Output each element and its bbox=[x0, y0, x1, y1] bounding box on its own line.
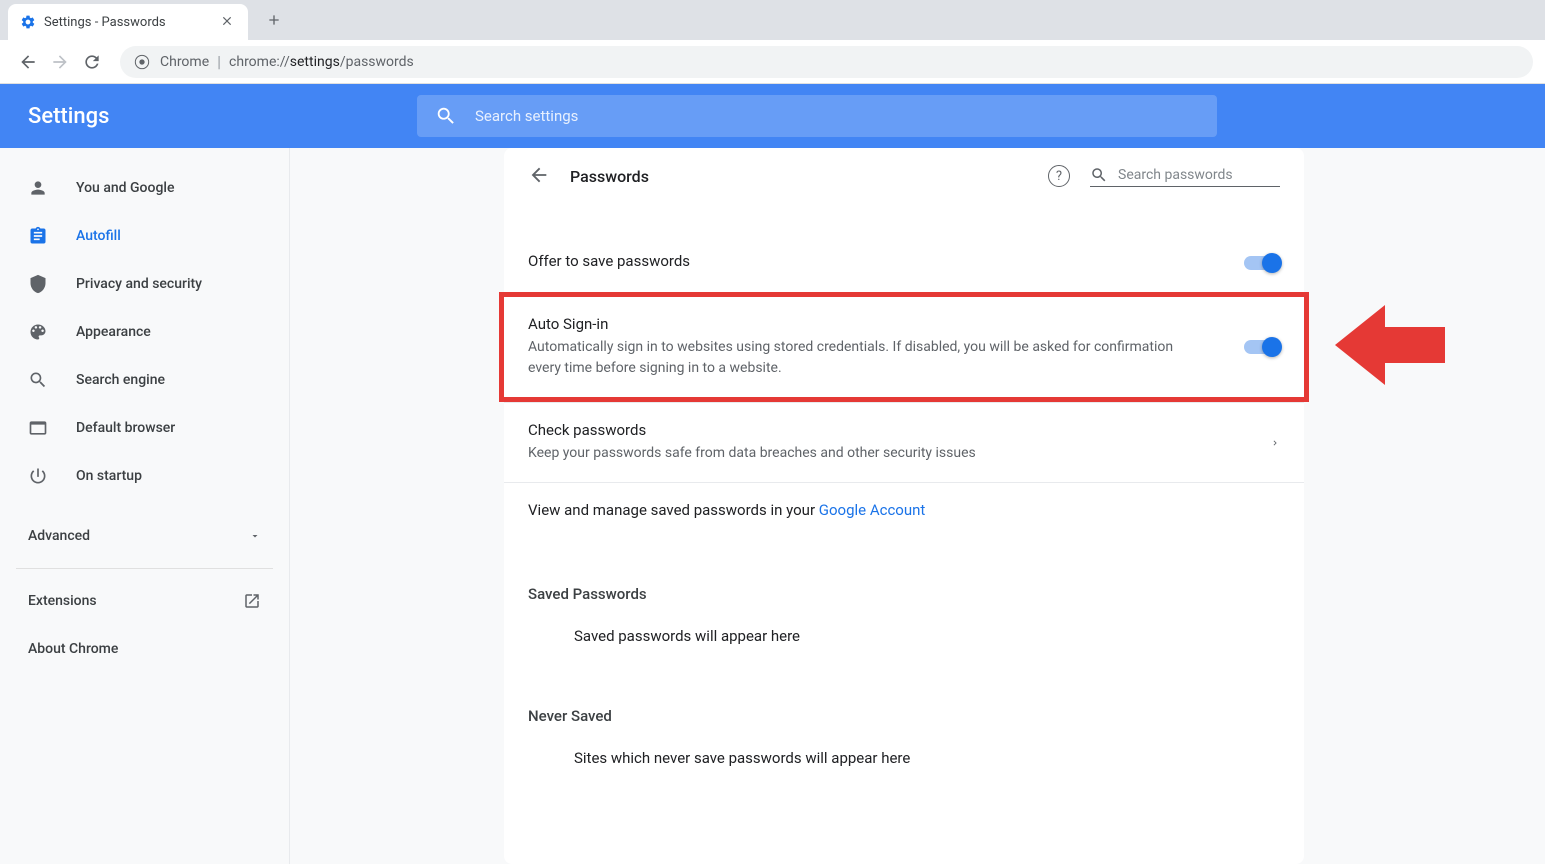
auto-signin-subtitle: Automatically sign in to websites using … bbox=[528, 337, 1204, 379]
saved-passwords-header: Saved Passwords bbox=[504, 567, 1304, 613]
check-passwords-row[interactable]: Check passwords Keep your passwords safe… bbox=[504, 402, 1304, 482]
password-search-input[interactable] bbox=[1118, 167, 1280, 183]
address-bar[interactable]: Chrome | chrome://settings/passwords bbox=[120, 46, 1533, 78]
offer-save-title: Offer to save passwords bbox=[528, 252, 1204, 270]
palette-icon bbox=[28, 322, 48, 342]
search-icon bbox=[28, 370, 48, 390]
annotation-arrow-icon bbox=[1335, 305, 1445, 385]
sidebar-extensions[interactable]: Extensions bbox=[0, 577, 289, 625]
clipboard-icon bbox=[28, 226, 48, 246]
settings-search[interactable]: Search settings bbox=[417, 95, 1217, 137]
saved-passwords-empty: Saved passwords will appear here bbox=[504, 613, 1304, 669]
sidebar-item-appearance[interactable]: Appearance bbox=[0, 308, 289, 356]
offer-save-row: Offer to save passwords bbox=[504, 234, 1304, 292]
check-passwords-subtitle: Keep your passwords safe from data breac… bbox=[528, 443, 1230, 464]
sidebar-item-default-browser[interactable]: Default browser bbox=[0, 404, 289, 452]
gear-icon bbox=[20, 14, 36, 30]
password-search[interactable] bbox=[1090, 166, 1280, 187]
back-button[interactable] bbox=[12, 46, 44, 78]
forward-button[interactable] bbox=[44, 46, 76, 78]
sidebar-about[interactable]: About Chrome bbox=[0, 625, 289, 673]
chevron-down-icon bbox=[249, 530, 261, 542]
sidebar-item-on-startup[interactable]: On startup bbox=[0, 452, 289, 500]
chrome-icon bbox=[134, 54, 150, 70]
sidebar-item-search-engine[interactable]: Search engine bbox=[0, 356, 289, 404]
browser-tab-bar: Settings - Passwords bbox=[0, 0, 1545, 40]
auto-signin-row: Auto Sign-in Automatically sign in to we… bbox=[504, 297, 1304, 397]
reload-button[interactable] bbox=[76, 46, 108, 78]
sidebar-item-autofill[interactable]: Autofill bbox=[0, 212, 289, 260]
auto-signin-highlight: Auto Sign-in Automatically sign in to we… bbox=[499, 292, 1309, 402]
never-saved-header: Never Saved bbox=[504, 689, 1304, 735]
url-label: Chrome bbox=[160, 54, 209, 70]
back-arrow-icon[interactable] bbox=[528, 164, 552, 188]
help-icon[interactable]: ? bbox=[1048, 165, 1070, 187]
tab-title: Settings - Passwords bbox=[44, 15, 220, 30]
view-manage-row: View and manage saved passwords in your … bbox=[504, 483, 1304, 537]
browser-toolbar: Chrome | chrome://settings/passwords bbox=[0, 40, 1545, 84]
settings-header: Settings Search settings bbox=[0, 84, 1545, 148]
google-account-link[interactable]: Google Account bbox=[819, 501, 926, 519]
close-icon[interactable] bbox=[220, 14, 236, 30]
sidebar-item-you-and-google[interactable]: You and Google bbox=[0, 164, 289, 212]
settings-title: Settings bbox=[28, 104, 109, 129]
settings-sidebar: You and Google Autofill Privacy and secu… bbox=[0, 148, 290, 864]
browser-icon bbox=[28, 418, 48, 438]
chevron-right-icon bbox=[1270, 436, 1280, 450]
sidebar-item-privacy[interactable]: Privacy and security bbox=[0, 260, 289, 308]
passwords-panel: Passwords ? Offer to save passwords bbox=[504, 148, 1304, 864]
sidebar-advanced[interactable]: Advanced bbox=[0, 512, 289, 560]
browser-tab[interactable]: Settings - Passwords bbox=[8, 4, 248, 40]
check-passwords-title: Check passwords bbox=[528, 421, 1230, 439]
search-icon bbox=[435, 105, 457, 127]
new-tab-button[interactable] bbox=[260, 6, 288, 34]
offer-save-toggle[interactable] bbox=[1244, 256, 1280, 270]
person-icon bbox=[28, 178, 48, 198]
content-header: Passwords ? bbox=[504, 148, 1304, 204]
shield-icon bbox=[28, 274, 48, 294]
open-external-icon bbox=[243, 592, 261, 610]
power-icon bbox=[28, 466, 48, 486]
search-icon bbox=[1090, 166, 1108, 184]
search-placeholder: Search settings bbox=[475, 107, 578, 125]
auto-signin-title: Auto Sign-in bbox=[528, 315, 1204, 333]
never-saved-empty: Sites which never save passwords will ap… bbox=[504, 735, 1304, 791]
auto-signin-toggle[interactable] bbox=[1244, 340, 1280, 354]
content-title: Passwords bbox=[570, 167, 649, 186]
